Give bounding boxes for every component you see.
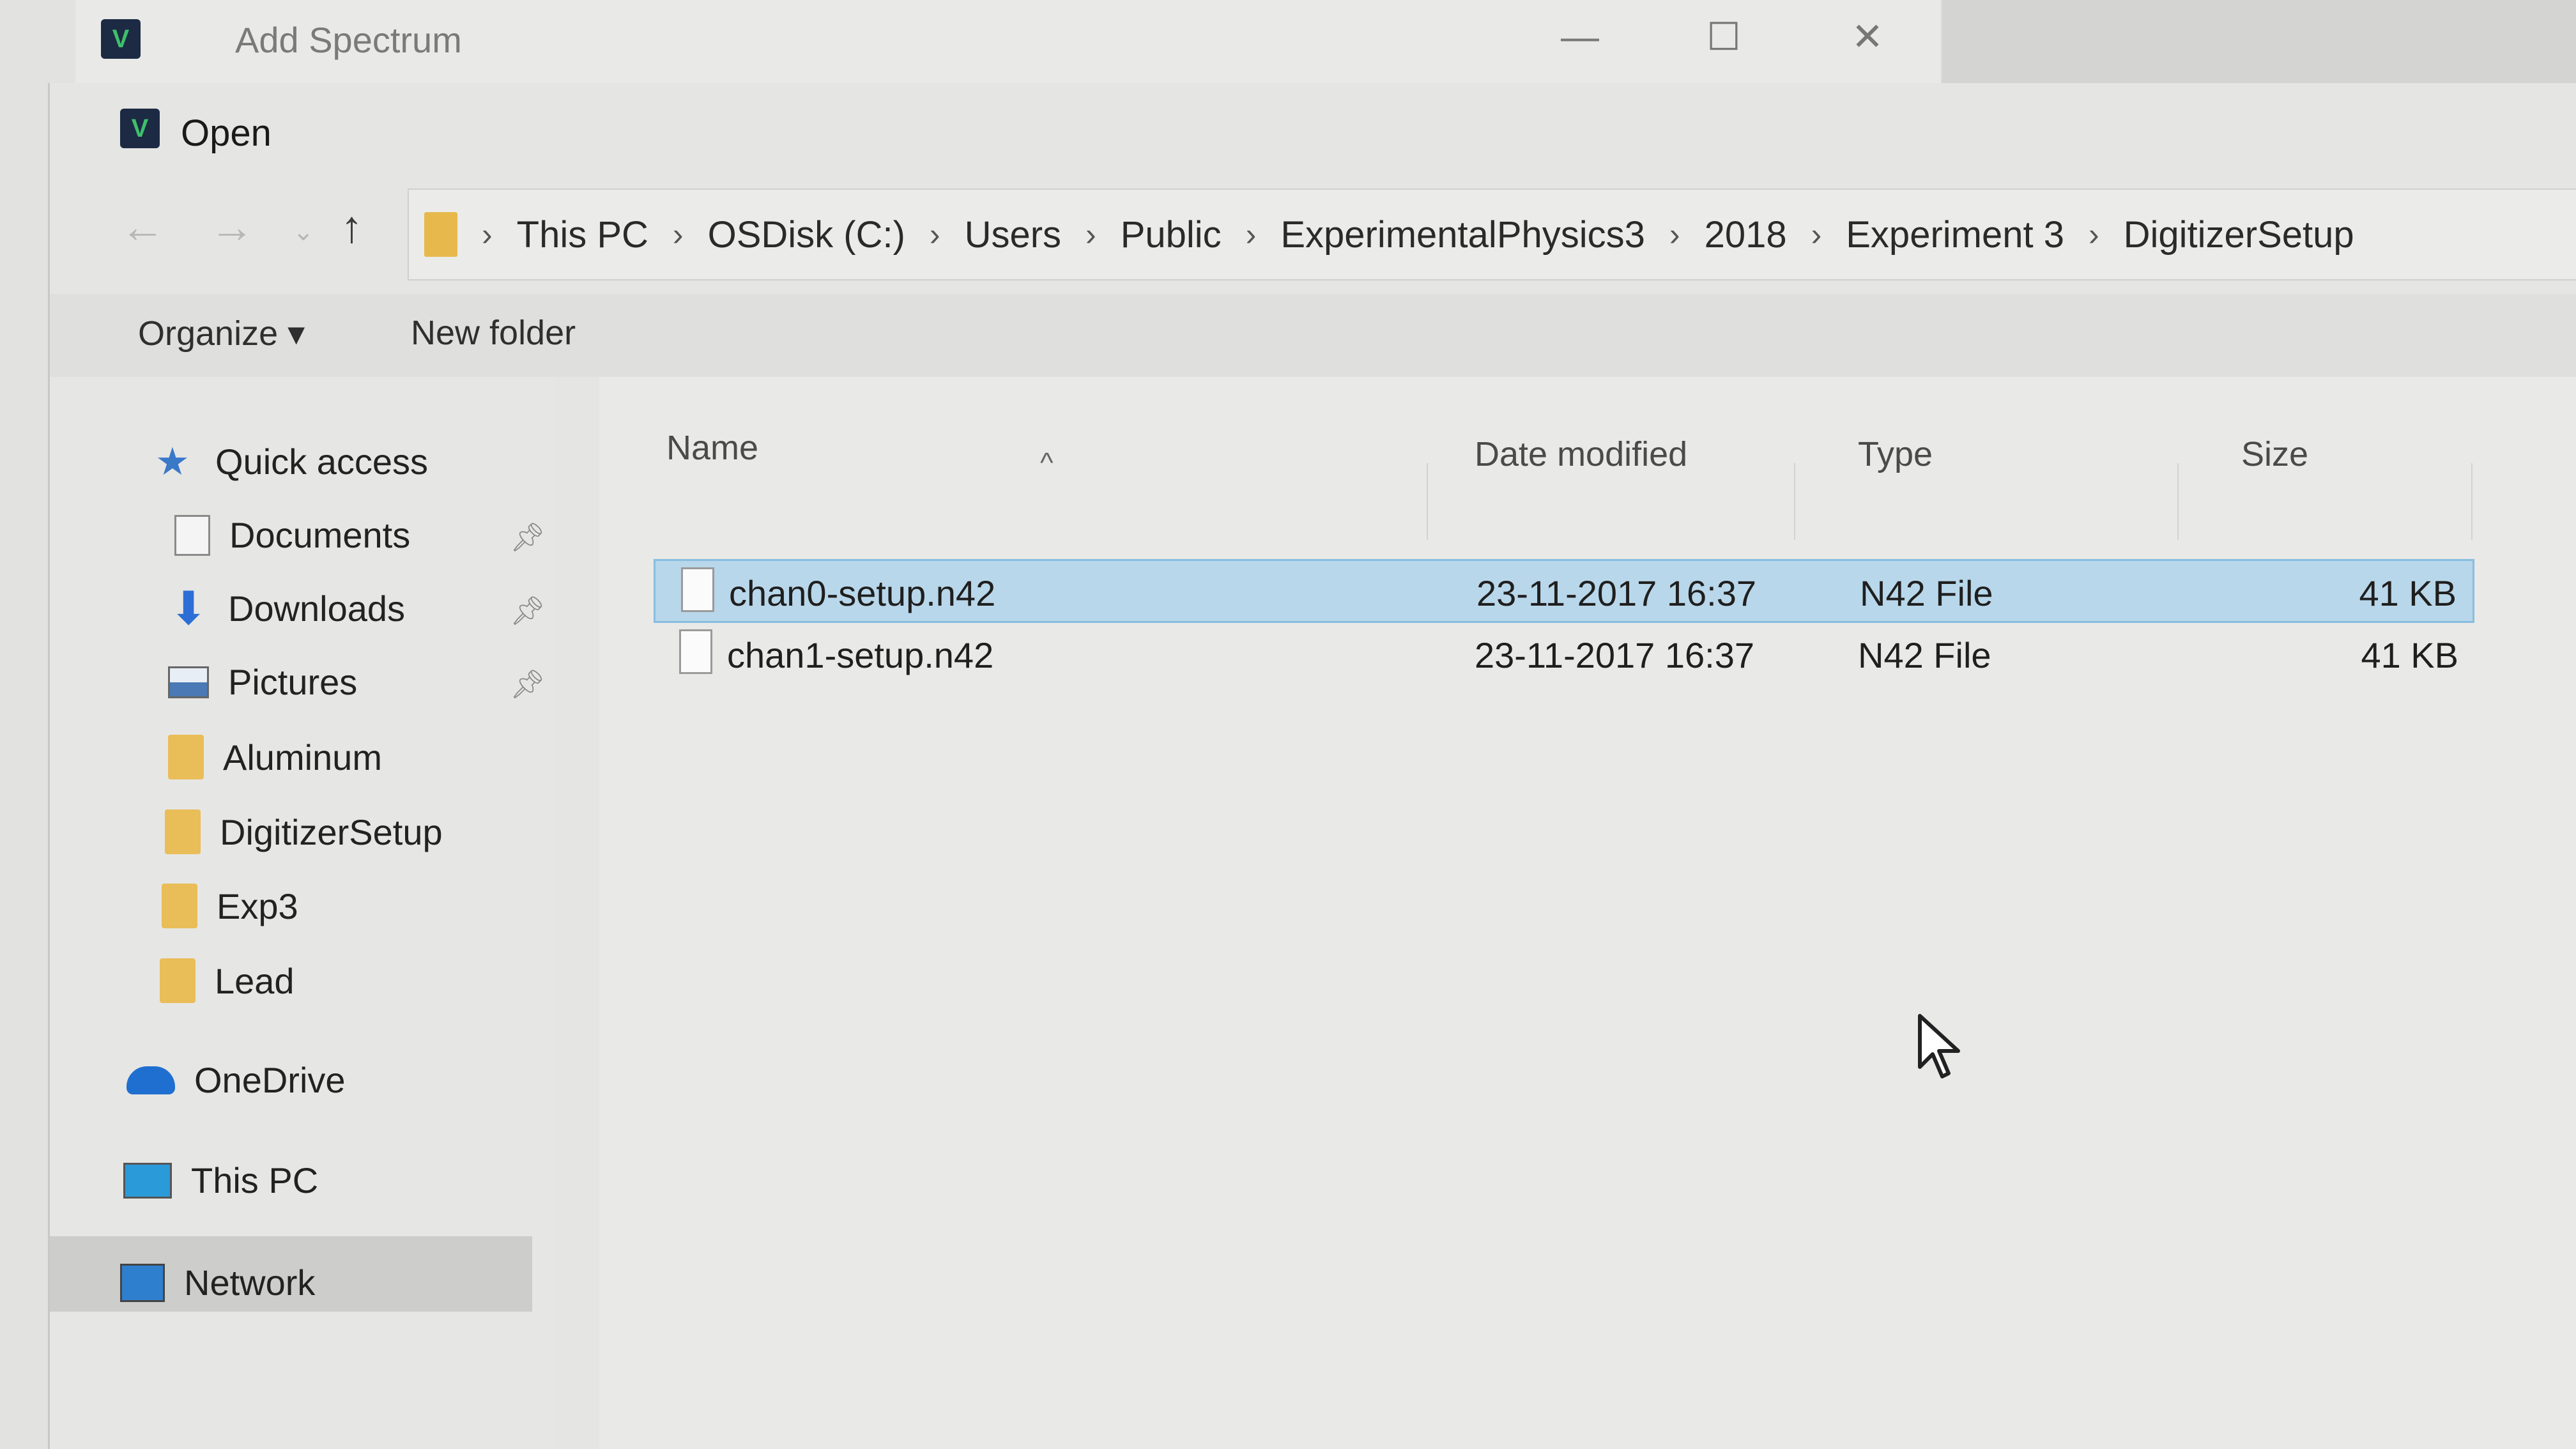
nav-item-label: Downloads xyxy=(228,588,406,629)
computer-icon xyxy=(123,1162,172,1199)
nav-item-label: Lead xyxy=(215,960,295,1001)
nav-item-aluminum[interactable]: Aluminum xyxy=(168,735,382,779)
navigation-pane: ★ Quick access Documents 📌︎ ⬇ Downloads … xyxy=(50,377,555,1449)
folder-icon xyxy=(165,809,201,854)
file-icon xyxy=(681,567,714,612)
file-size: 41 KB xyxy=(2361,635,2458,675)
nav-item-label: OneDrive xyxy=(194,1060,346,1100)
breadcrumb-separator[interactable]: › xyxy=(1085,216,1096,253)
nav-item-label: Exp3 xyxy=(217,885,298,926)
file-name: chan0-setup.n42 xyxy=(729,573,996,613)
table-row[interactable]: chan0-setup.n42 23-11-2017 16:37 N42 Fil… xyxy=(654,559,2474,623)
column-divider[interactable] xyxy=(2471,463,2472,540)
breadcrumb-separator[interactable]: › xyxy=(673,216,684,253)
folder-icon xyxy=(160,958,195,1003)
breadcrumb-item[interactable]: Public xyxy=(1121,213,1222,256)
breadcrumb[interactable]: › This PC › OSDisk (C:) › Users › Public… xyxy=(408,188,2576,280)
breadcrumb-separator[interactable]: › xyxy=(2089,216,2099,253)
column-divider[interactable] xyxy=(2177,463,2179,540)
breadcrumb-item[interactable]: Users xyxy=(965,213,1061,256)
nav-item-this-pc[interactable]: This PC xyxy=(123,1160,318,1201)
breadcrumb-item[interactable]: DigitizerSetup xyxy=(2124,213,2354,256)
forward-button[interactable]: → xyxy=(210,201,254,252)
downloads-icon: ⬇ xyxy=(169,583,208,634)
open-dialog: V Open ← → ⌄ ↑ › This PC › OSDisk (C:) ›… xyxy=(48,83,2576,1449)
background-window: ···· xyxy=(1942,0,2576,83)
column-header-type[interactable]: Type xyxy=(1858,434,1933,474)
pin-icon[interactable]: 📌︎ xyxy=(510,521,546,554)
maximize-button[interactable]: ☐ xyxy=(1689,12,1759,63)
file-date: 23-11-2017 16:37 xyxy=(1476,573,1756,613)
breadcrumb-separator[interactable]: › xyxy=(930,216,940,253)
app-icon: V xyxy=(101,19,141,59)
nav-item-label: This PC xyxy=(191,1160,319,1200)
file-name: chan1-setup.n42 xyxy=(727,635,994,675)
minimize-button[interactable]: — xyxy=(1545,12,1615,63)
column-header-date[interactable]: Date modified xyxy=(1475,434,1687,474)
nav-item-network[interactable]: Network xyxy=(120,1262,315,1303)
command-bar: Organize ▾ New folder xyxy=(50,294,2576,377)
nav-item-label: Aluminum xyxy=(223,737,382,778)
breadcrumb-separator: › xyxy=(482,217,493,252)
pin-icon[interactable]: 📌︎ xyxy=(510,668,546,701)
recent-locations-chevron-icon[interactable]: ⌄ xyxy=(293,217,314,247)
mouse-cursor-icon xyxy=(1918,1014,1960,1078)
breadcrumb-item[interactable]: ExperimentalPhysics3 xyxy=(1280,213,1645,256)
organize-button[interactable]: Organize ▾ xyxy=(138,313,305,353)
nav-item-label: Quick access xyxy=(215,441,428,482)
nav-item-label: Network xyxy=(184,1262,316,1303)
sort-ascending-icon: ^ xyxy=(1040,447,1054,479)
close-button[interactable]: ✕ xyxy=(1832,12,1903,63)
up-button[interactable]: ↑ xyxy=(341,201,363,252)
file-type: N42 File xyxy=(1860,573,1993,613)
nav-item-documents[interactable]: Documents xyxy=(174,514,410,556)
new-folder-button[interactable]: New folder xyxy=(411,313,576,353)
nav-item-downloads[interactable]: ⬇ Downloads xyxy=(168,583,406,634)
file-size: 41 KB xyxy=(2359,573,2457,613)
file-list: ^ Name Date modified Type Size chan0-set… xyxy=(599,377,2576,1449)
pictures-icon xyxy=(168,666,209,698)
nav-item-quick-access[interactable]: ★ Quick access xyxy=(155,441,428,482)
documents-icon xyxy=(174,514,210,556)
table-row[interactable]: chan1-setup.n42 23-11-2017 16:37 N42 Fil… xyxy=(654,623,2474,687)
network-icon xyxy=(120,1263,165,1302)
breadcrumb-item[interactable]: OSDisk (C:) xyxy=(708,213,905,256)
column-divider[interactable] xyxy=(1427,463,1428,540)
nav-item-lead[interactable]: Lead xyxy=(160,958,295,1003)
file-icon xyxy=(679,629,712,674)
nav-item-digitizersetup[interactable]: DigitizerSetup xyxy=(165,809,443,854)
screen: V Add Spectrum — ☐ ✕ ···· V Open ← → ⌄ ↑… xyxy=(0,0,2576,1449)
column-header-size[interactable]: Size xyxy=(2241,434,2308,474)
breadcrumb-item[interactable]: 2018 xyxy=(1705,213,1787,256)
file-date: 23-11-2017 16:37 xyxy=(1475,635,1754,675)
address-bar-row: ← → ⌄ ↑ › This PC › OSDisk (C:) › Users … xyxy=(50,188,2576,280)
nav-item-label: Documents xyxy=(229,515,411,555)
star-icon: ★ xyxy=(155,440,190,483)
onedrive-icon xyxy=(126,1066,175,1094)
column-divider[interactable] xyxy=(1794,463,1795,540)
nav-item-pictures[interactable]: Pictures xyxy=(168,661,357,703)
breadcrumb-separator[interactable]: › xyxy=(1669,216,1680,253)
dialog-app-icon: V xyxy=(120,109,160,148)
pin-icon[interactable]: 📌︎ xyxy=(510,594,546,627)
nav-item-label: DigitizerSetup xyxy=(220,811,443,852)
folder-icon xyxy=(162,884,197,928)
file-type: N42 File xyxy=(1858,635,1991,675)
folder-icon xyxy=(168,735,204,779)
nav-item-onedrive[interactable]: OneDrive xyxy=(126,1059,346,1101)
nav-item-exp3[interactable]: Exp3 xyxy=(162,884,298,928)
breadcrumb-separator[interactable]: › xyxy=(1811,216,1822,253)
breadcrumb-separator[interactable]: › xyxy=(1246,216,1257,253)
outer-window-title: Add Spectrum xyxy=(235,20,462,60)
breadcrumb-item[interactable]: Experiment 3 xyxy=(1846,213,2064,256)
breadcrumb-item[interactable]: This PC xyxy=(517,213,648,256)
back-button[interactable]: ← xyxy=(120,201,165,252)
folder-icon xyxy=(424,212,457,257)
column-header-name[interactable]: Name xyxy=(666,428,758,468)
outer-window-titlebar: V Add Spectrum — ☐ ✕ xyxy=(75,0,1941,84)
nav-item-label: Pictures xyxy=(228,662,358,702)
dialog-title: Open xyxy=(181,112,272,154)
